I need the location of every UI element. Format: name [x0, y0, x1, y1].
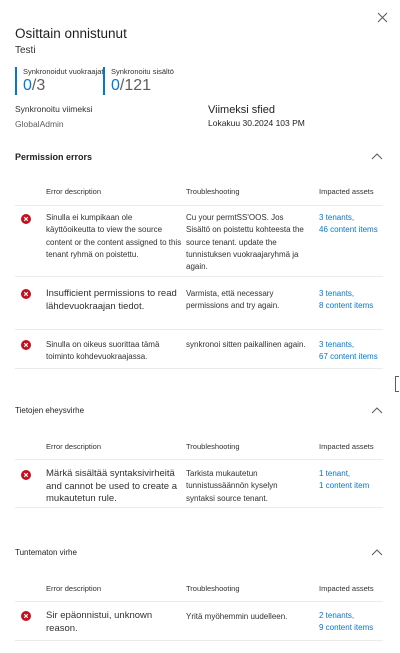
chevron-up-icon [371, 549, 383, 556]
close-icon [377, 12, 388, 23]
divider [15, 276, 383, 277]
impacted-items: 46 content items [319, 225, 378, 235]
stat-label: Synkronoitu sisältö [111, 67, 174, 76]
divider [15, 640, 383, 641]
impacted-assets-link[interactable]: 3 tenants, 8 content items [319, 288, 385, 313]
header-error-description: Error description [46, 187, 102, 196]
error-description: Sinulla ei kumpikaan ole käyttöoikeutta … [46, 213, 182, 259]
panel-subtitle: Testi [15, 45, 36, 56]
last-synced-label: Viimeksi sfied [208, 104, 276, 116]
stat-number: 0 [111, 77, 120, 94]
impacted-items: 1 content item [319, 481, 370, 491]
impacted-items: 9 content items [319, 623, 374, 633]
header-error-description: Error description [46, 442, 102, 451]
troubleshooting-text: Yritä myöhemmin uudelleen. [186, 612, 288, 621]
divider [15, 459, 383, 460]
last-synced-info: Viimeksi sfied Lokakuu 30.2024 103 PM [208, 104, 305, 130]
header-troubleshooting: Troubleshooting [186, 584, 240, 593]
stat-label: Synkronoidut vuokraajat [23, 67, 104, 76]
error-circle-icon [21, 470, 31, 480]
synced-by-label: Synkronoitu viimeksi [15, 104, 93, 114]
divider [15, 507, 383, 508]
collapse-integrity-error-button[interactable] [371, 406, 383, 414]
impacted-tenants: 3 tenants, [319, 340, 355, 349]
synced-by-value: GlobalAdmin [15, 119, 64, 129]
impacted-tenants: 1 tenant, [319, 469, 351, 478]
divider [15, 368, 383, 369]
stat-value: 0/3 [23, 76, 103, 95]
impacted-tenants: 3 tenants, [319, 289, 355, 298]
impacted-assets-link[interactable]: 3 tenants, 46 content items [319, 212, 385, 237]
impacted-assets-link[interactable]: 3 tenants, 67 content items [319, 339, 385, 364]
impacted-tenants: 3 tenants, [319, 213, 355, 222]
error-circle-icon [21, 289, 31, 299]
error-description: Insufficient permissions to read lähdevu… [46, 288, 177, 312]
collapse-permission-errors-button[interactable] [371, 152, 383, 160]
stat-total: /3 [31, 77, 46, 94]
panel-title: Osittain onnistunut [15, 26, 127, 41]
error-description: Märkä sisältää syntaksivirheitä and cann… [46, 468, 177, 504]
error-description: Sir epäonnistui, unknown reason. [46, 610, 153, 634]
error-circle-icon [21, 340, 31, 350]
troubleshooting-text: Tarkista mukautetun tunnistussäännön kys… [186, 469, 278, 503]
impacted-tenants: 2 tenants, [319, 611, 355, 620]
stat-synced-content: Synkronoitu sisältö 0/121 [103, 67, 174, 95]
troubleshooting-text: Varmista, että necessary permissions and… [186, 289, 280, 311]
divider [15, 205, 383, 206]
section-title-unknown-error: Tuntematon virhe [15, 548, 77, 557]
stat-total: /121 [119, 77, 152, 94]
chevron-up-icon [371, 153, 383, 160]
error-circle-icon [21, 611, 31, 621]
collapse-unknown-error-button[interactable] [371, 548, 383, 556]
divider [15, 601, 383, 602]
section-title-integrity-error: Tietojen eheysvirhe [15, 406, 85, 415]
error-description: Sinulla on oikeus suorittaa tämä toimint… [46, 340, 160, 362]
chevron-up-icon [371, 407, 383, 414]
divider [15, 329, 383, 330]
stat-value: 0/121 [111, 76, 174, 95]
close-button[interactable] [377, 12, 391, 26]
header-troubleshooting: Troubleshooting [186, 442, 240, 451]
troubleshooting-text: synkronoi sitten paikallinen again. [186, 340, 306, 349]
synced-by-info: Synkronoitu viimeksi GlobalAdmin [15, 104, 92, 131]
resize-handle[interactable] [395, 376, 399, 392]
impacted-items: 67 content items [319, 352, 378, 362]
stat-synced-tenants: Synkronoidut vuokraajat 0/3 [15, 67, 103, 95]
header-impacted-assets: Impacted assets [319, 187, 374, 196]
stat-number: 0 [23, 77, 32, 94]
header-error-description: Error description [46, 584, 102, 593]
header-impacted-assets: Impacted assets [319, 442, 374, 451]
header-impacted-assets: Impacted assets [319, 584, 374, 593]
last-synced-value: Lokakuu 30.2024 103 PM [208, 118, 305, 128]
troubleshooting-text: Cu your permtSS'OOS. Jos Sisältö on pois… [186, 213, 304, 272]
impacted-assets-link[interactable]: 1 tenant, 1 content item [319, 468, 385, 493]
impacted-items: 8 content items [319, 301, 374, 311]
impacted-assets-link[interactable]: 2 tenants, 9 content items [319, 610, 385, 635]
section-title-permission-errors: Permission errors [15, 152, 93, 162]
error-circle-icon [21, 214, 31, 224]
header-troubleshooting: Troubleshooting [186, 187, 240, 196]
